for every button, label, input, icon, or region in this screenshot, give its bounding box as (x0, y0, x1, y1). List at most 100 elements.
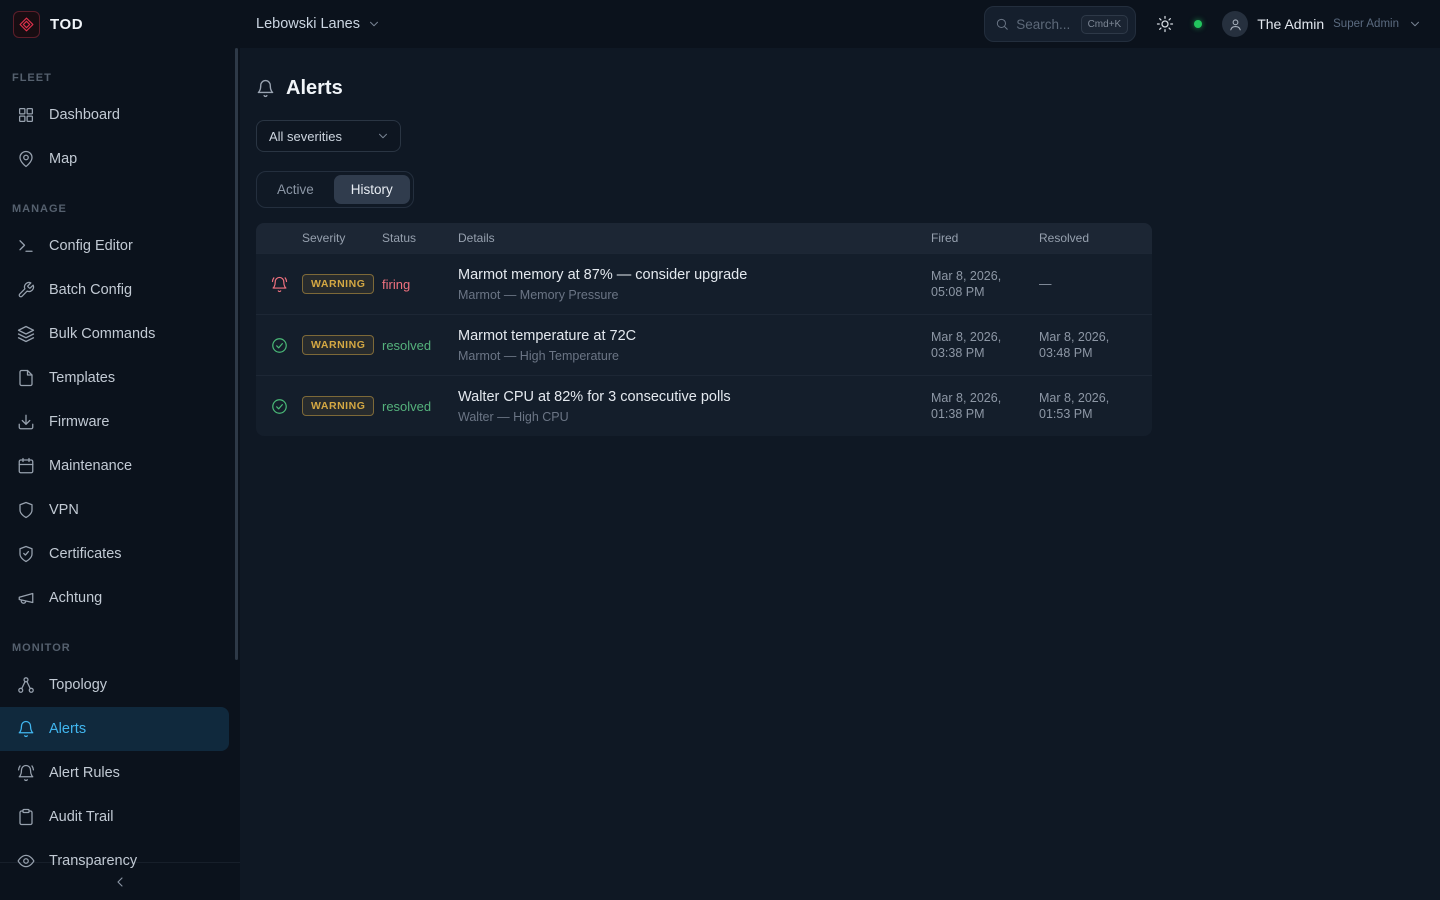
tab-history[interactable]: History (334, 175, 410, 204)
alert-subtitle: Marmot — High Temperature (458, 349, 931, 363)
sidebar-item-label: Topology (49, 677, 107, 693)
check-circle-icon (256, 398, 302, 415)
user-name: The Admin (1257, 16, 1324, 32)
column-details: Details (458, 231, 931, 245)
grid-icon (17, 106, 35, 124)
sidebar-collapse-button[interactable] (112, 874, 128, 890)
avatar (1222, 11, 1248, 37)
status-cell: resolved (382, 399, 458, 414)
sidebar-item-batch-config[interactable]: Batch Config (0, 268, 229, 312)
chevron-down-icon (1408, 17, 1422, 31)
theme-toggle-button[interactable] (1156, 15, 1174, 33)
status-cell: firing (382, 277, 458, 292)
sidebar-item-audit-trail[interactable]: Audit Trail (0, 795, 229, 839)
details-cell: Marmot temperature at 72C Marmot — High … (458, 328, 931, 363)
chevron-down-icon (376, 129, 390, 143)
column-fired: Fired (931, 231, 1039, 245)
sidebar-item-label: Dashboard (49, 107, 120, 123)
column-severity: Severity (302, 231, 382, 245)
resolved-cell: Mar 8, 2026, 01:53 PM (1039, 390, 1152, 423)
wrench-icon (17, 281, 35, 299)
fired-cell: Mar 8, 2026, 03:38 PM (931, 329, 1039, 362)
severity-cell: WARNING (302, 274, 382, 294)
search-shortcut-badge: Cmd+K (1081, 15, 1129, 34)
sidebar-item-config-editor[interactable]: Config Editor (0, 224, 229, 268)
search-icon (995, 17, 1009, 31)
sun-icon (1156, 15, 1174, 33)
sidebar: FLEET Dashboard Map MANAGE Config Editor… (0, 48, 240, 900)
sidebar-item-label: Templates (49, 370, 115, 386)
user-menu[interactable]: The Admin Super Admin (1222, 11, 1422, 37)
sidebar-item-label: Maintenance (49, 458, 132, 474)
sidebar-item-label: Bulk Commands (49, 326, 155, 342)
shield-check-icon (17, 545, 35, 563)
sidebar-footer (0, 862, 240, 900)
sidebar-section-monitor: MONITOR (0, 632, 240, 663)
sidebar-section-fleet: FLEET (0, 62, 240, 93)
status-cell: resolved (382, 338, 458, 353)
sidebar-item-dashboard[interactable]: Dashboard (0, 93, 229, 137)
sidebar-item-label: Config Editor (49, 238, 133, 254)
sidebar-item-topology[interactable]: Topology (0, 663, 229, 707)
layers-icon (17, 325, 35, 343)
sidebar-item-label: Firmware (49, 414, 109, 430)
alerts-tabs: Active History (256, 171, 414, 208)
topbar-right: Cmd+K The Admin Super Admin (984, 6, 1440, 42)
sidebar-item-label: VPN (49, 502, 79, 518)
alert-subtitle: Walter — High CPU (458, 410, 931, 424)
sidebar-item-maintenance[interactable]: Maintenance (0, 444, 229, 488)
search-input[interactable] (1016, 17, 1073, 32)
sidebar-scrollbar[interactable] (235, 48, 238, 660)
sidebar-item-templates[interactable]: Templates (0, 356, 229, 400)
tod-logo-icon (13, 11, 40, 38)
sidebar-item-map[interactable]: Map (0, 137, 229, 181)
org-selector[interactable]: Lebowski Lanes (256, 16, 381, 32)
page-header: Alerts (256, 77, 1440, 100)
fired-cell: Mar 8, 2026, 01:38 PM (931, 390, 1039, 423)
sidebar-item-firmware[interactable]: Firmware (0, 400, 229, 444)
sidebar-item-alert-rules[interactable]: Alert Rules (0, 751, 229, 795)
sidebar-item-vpn[interactable]: VPN (0, 488, 229, 532)
file-icon (17, 369, 35, 387)
sidebar-item-label: Audit Trail (49, 809, 113, 825)
table-header-row: Severity Status Details Fired Resolved (256, 223, 1152, 253)
map-pin-icon (17, 150, 35, 168)
severity-cell: WARNING (302, 335, 382, 355)
topology-icon (17, 676, 35, 694)
alert-subtitle: Marmot — Memory Pressure (458, 288, 931, 302)
severity-badge: WARNING (302, 335, 374, 355)
megaphone-icon (17, 589, 35, 607)
severity-filter-value: All severities (269, 129, 342, 144)
severity-cell: WARNING (302, 396, 382, 416)
severity-badge: WARNING (302, 274, 374, 294)
shield-icon (17, 501, 35, 519)
global-search[interactable]: Cmd+K (984, 6, 1136, 42)
tab-active[interactable]: Active (260, 175, 331, 204)
clipboard-icon (17, 808, 35, 826)
sidebar-item-label: Achtung (49, 590, 102, 606)
severity-badge: WARNING (302, 396, 374, 416)
app-root: TOD Lebowski Lanes Cmd+K (0, 0, 1440, 900)
column-resolved: Resolved (1039, 231, 1152, 245)
sidebar-item-label: Batch Config (49, 282, 132, 298)
terminal-icon (17, 237, 35, 255)
sidebar-item-achtung[interactable]: Achtung (0, 576, 229, 620)
user-role-badge: Super Admin (1333, 18, 1399, 30)
sidebar-item-label: Alerts (49, 721, 86, 737)
sidebar-item-alerts[interactable]: Alerts (0, 707, 229, 751)
alert-title: Marmot temperature at 72C (458, 328, 931, 344)
main-content: Alerts All severities Active History Sev… (240, 48, 1440, 900)
sidebar-item-certificates[interactable]: Certificates (0, 532, 229, 576)
sidebar-item-bulk-commands[interactable]: Bulk Commands (0, 312, 229, 356)
sidebar-item-label: Alert Rules (49, 765, 120, 781)
table-row[interactable]: WARNING firing Marmot memory at 87% — co… (256, 253, 1152, 314)
calendar-icon (17, 457, 35, 475)
details-cell: Marmot memory at 87% — consider upgrade … (458, 267, 931, 302)
check-circle-icon (256, 337, 302, 354)
bell-alert-icon (256, 276, 302, 293)
resolved-cell: — (1039, 276, 1152, 293)
org-selector-label: Lebowski Lanes (256, 16, 360, 32)
severity-filter-select[interactable]: All severities (256, 120, 401, 152)
table-row[interactable]: WARNING resolved Marmot temperature at 7… (256, 314, 1152, 375)
table-row[interactable]: WARNING resolved Walter CPU at 82% for 3… (256, 375, 1152, 436)
